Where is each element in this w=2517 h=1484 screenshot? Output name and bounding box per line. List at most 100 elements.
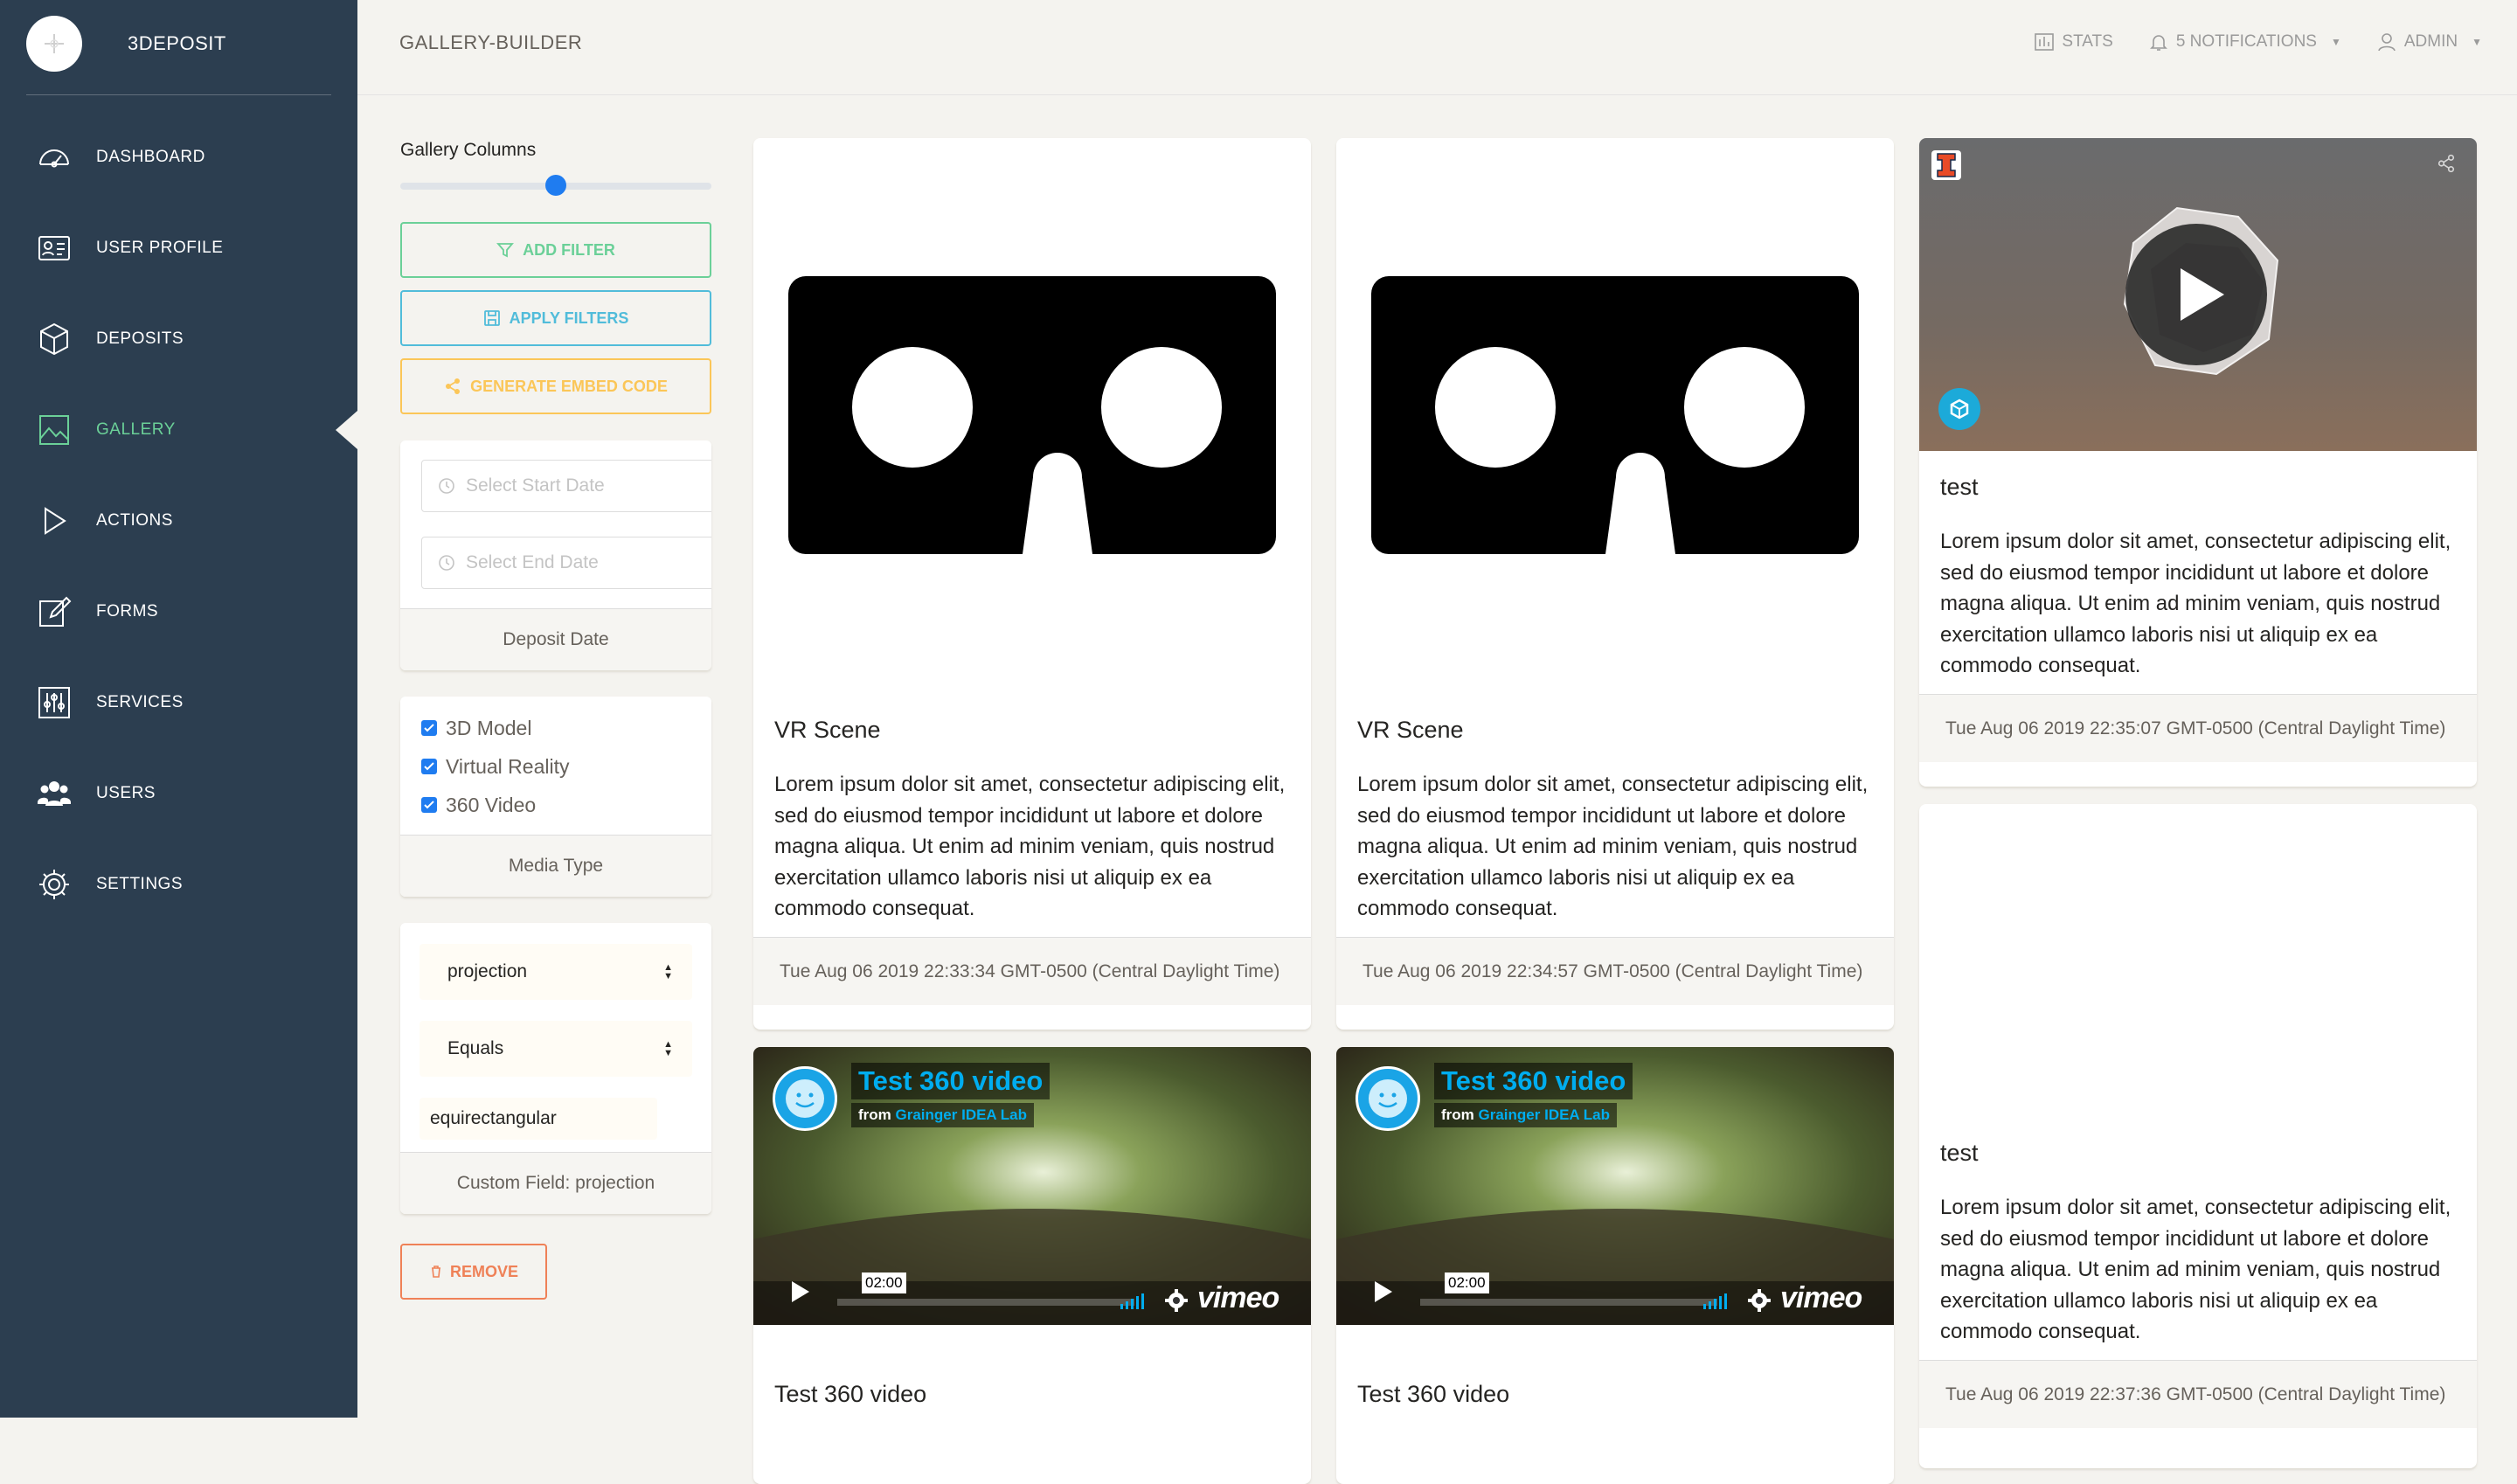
custom-field-select[interactable]: projection ▲ ▼ — [420, 944, 692, 1000]
sidebar-item-settings[interactable]: SETTINGS — [0, 839, 357, 930]
clock-icon — [439, 555, 454, 571]
gallery-card[interactable]: VR Scene Lorem ipsum dolor sit amet, con… — [753, 138, 1311, 1030]
vimeo-logo[interactable]: vimeo — [1780, 1281, 1862, 1315]
checkbox-3d-model[interactable]: 3D Model — [421, 709, 690, 747]
vimeo-logo[interactable]: vimeo — [1197, 1281, 1279, 1315]
gear-icon[interactable] — [1164, 1288, 1189, 1317]
video-player[interactable]: Test 360 video from Grainger IDEA Lab 02… — [1336, 1047, 1894, 1325]
share-icon — [446, 378, 461, 394]
sidebar-item-label: SETTINGS — [96, 875, 184, 893]
sidebar-item-actions[interactable]: ACTIONS — [0, 475, 357, 566]
card-title: VR Scene — [774, 717, 881, 743]
sidebar-item-deposits[interactable]: DEPOSITS — [0, 294, 357, 385]
filter-icon — [496, 243, 515, 258]
video-author: from Grainger IDEA Lab — [851, 1103, 1035, 1127]
caret-down-icon: ▼ — [2330, 36, 2341, 48]
sidebar-item-label: USERS — [96, 784, 156, 802]
filter-panel: Gallery Columns ADD FILTER APPLY FILTERS… — [400, 140, 711, 1300]
stats-link[interactable]: STATS — [2034, 31, 2113, 52]
brand[interactable]: 3DEPOSIT — [26, 16, 226, 72]
media-thumbnail[interactable] — [1919, 804, 2477, 1136]
play-button[interactable] — [773, 1272, 825, 1311]
gear-icon[interactable] — [1747, 1288, 1772, 1317]
navbar-actions: STATS 5 NOTIFICATIONS ▼ ADMIN ▼ — [2034, 31, 2482, 52]
card-date: Tue Aug 06 2019 22:35:07 GMT-0500 (Centr… — [1919, 694, 2477, 762]
top-navbar: GALLERY-BUILDER STATS 5 NOTIFICATIONS ▼ … — [357, 0, 2517, 95]
gallery-card[interactable]: test Lorem ipsum dolor sit amet, consect… — [1919, 138, 2477, 787]
from-prefix: from — [858, 1106, 891, 1123]
sidebar-item-dashboard[interactable]: DASHBOARD — [0, 112, 357, 203]
video-title-overlay[interactable]: Test 360 video — [851, 1063, 1050, 1099]
brand-logo-icon — [26, 16, 82, 72]
card-description: Lorem ipsum dolor sit amet, consectetur … — [774, 773, 1286, 920]
progress-bar[interactable] — [1420, 1299, 1717, 1306]
generate-embed-code-button[interactable]: GENERATE EMBED CODE — [400, 358, 711, 414]
add-filter-button[interactable]: ADD FILTER — [400, 222, 711, 278]
user-dropdown[interactable]: ADMIN ▼ — [2376, 31, 2482, 52]
users-icon — [35, 774, 73, 813]
checkbox-virtual-reality[interactable]: Virtual Reality — [421, 747, 690, 786]
trash-icon — [431, 1266, 440, 1278]
vr-headset-icon — [1371, 276, 1859, 554]
end-date-input[interactable]: Select End Date — [421, 537, 711, 589]
card-title: Test 360 video — [1357, 1381, 1510, 1407]
video-player[interactable]: Test 360 video from Grainger IDEA Lab 02… — [753, 1047, 1311, 1325]
gallery-card[interactable]: test Lorem ipsum dolor sit amet, consect… — [1919, 804, 2477, 1468]
play-button[interactable] — [2125, 224, 2267, 365]
box-icon — [35, 320, 73, 358]
notifications-dropdown[interactable]: 5 NOTIFICATIONS ▼ — [2148, 31, 2341, 52]
checkbox-checked-icon[interactable] — [421, 720, 437, 736]
volume-icon[interactable] — [1703, 1290, 1733, 1314]
sidebar-item-users[interactable]: USERS — [0, 748, 357, 839]
author-link[interactable]: Grainger IDEA Lab — [896, 1106, 1028, 1123]
volume-icon[interactable] — [1120, 1290, 1150, 1314]
checkbox-360-video[interactable]: 360 Video — [421, 786, 690, 824]
notifications-label: 5 NOTIFICATIONS — [2175, 32, 2317, 51]
video-title-overlay[interactable]: Test 360 video — [1434, 1063, 1633, 1099]
sidebar-item-services[interactable]: SERVICES — [0, 657, 357, 748]
apply-filters-button[interactable]: APPLY FILTERS — [400, 290, 711, 346]
progress-bar[interactable] — [837, 1299, 1134, 1306]
checkbox-label: 3D Model — [446, 716, 532, 739]
save-icon — [483, 310, 500, 326]
slider-handle[interactable] — [545, 175, 566, 196]
dashboard-icon — [35, 138, 73, 177]
start-date-placeholder: Select Start Date — [466, 475, 605, 496]
gallery-card[interactable]: VR Scene Lorem ipsum dolor sit amet, con… — [1336, 138, 1894, 1030]
bell-icon — [2149, 35, 2167, 51]
deposit-date-filter: Select Start Date Select End Date Deposi… — [400, 440, 711, 670]
gallery-card[interactable]: Test 360 video from Grainger IDEA Lab 02… — [1336, 1047, 1894, 1484]
card-title: VR Scene — [1357, 717, 1464, 743]
sidebar-item-label: DEPOSITS — [96, 329, 184, 348]
custom-value-input[interactable]: equirectangular — [420, 1098, 657, 1140]
custom-field-label: Custom Field: projection — [400, 1152, 711, 1214]
channel-avatar-icon — [1356, 1066, 1420, 1131]
start-date-input[interactable]: Select Start Date — [421, 460, 711, 512]
card-description: Lorem ipsum dolor sit amet, consectetur … — [1940, 1196, 2451, 1343]
sidebar-item-user-profile[interactable]: USER PROFILE — [0, 203, 357, 294]
deposit-date-label: Deposit Date — [400, 608, 711, 670]
sidebar-item-label: FORMS — [96, 602, 159, 621]
card-description: Lorem ipsum dolor sit amet, consectetur … — [1940, 530, 2451, 677]
checkbox-checked-icon[interactable] — [421, 759, 437, 774]
checkbox-checked-icon[interactable] — [421, 797, 437, 813]
select-arrows-icon: ▲ ▼ — [663, 962, 673, 981]
card-title: Test 360 video — [774, 1381, 927, 1407]
page-title: GALLERY-BUILDER — [399, 31, 583, 53]
sidebar: 3DEPOSIT DASHBOARD USER PROFILE DEPOSITS — [0, 0, 357, 1418]
gallery-columns-slider[interactable] — [400, 175, 711, 196]
brand-name: 3DEPOSIT — [128, 32, 226, 54]
user-profile-icon — [35, 229, 73, 267]
sidebar-item-forms[interactable]: FORMS — [0, 566, 357, 657]
card-date: Tue Aug 06 2019 22:33:34 GMT-0500 (Centr… — [753, 937, 1311, 1005]
play-button[interactable] — [1356, 1272, 1408, 1311]
share-icon[interactable] — [2437, 154, 2456, 177]
gallery-card[interactable]: Test 360 video from Grainger IDEA Lab 02… — [753, 1047, 1311, 1484]
vr-thumbnail[interactable] — [753, 138, 1311, 697]
remove-button[interactable]: REMOVE — [400, 1244, 547, 1300]
play-icon — [35, 502, 73, 540]
sidebar-item-gallery[interactable]: GALLERY — [0, 385, 357, 475]
vr-thumbnail[interactable] — [1336, 138, 1894, 697]
author-link[interactable]: Grainger IDEA Lab — [1479, 1106, 1611, 1123]
operator-select[interactable]: Equals ▲ ▼ — [420, 1021, 692, 1077]
